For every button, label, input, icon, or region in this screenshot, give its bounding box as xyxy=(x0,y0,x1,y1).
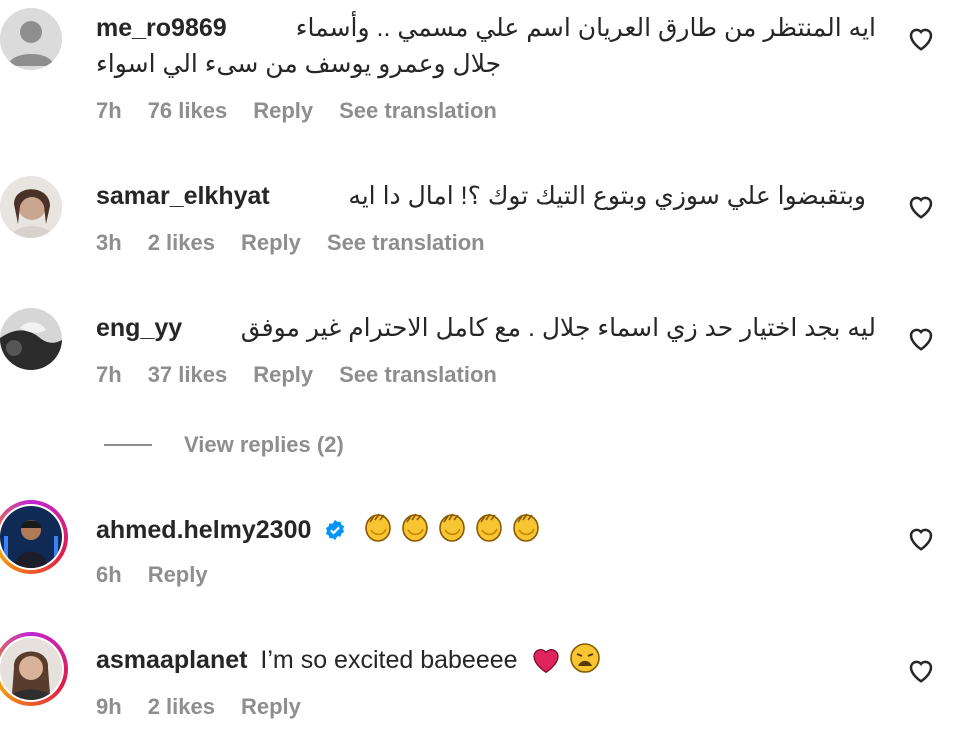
reply-button[interactable]: Reply xyxy=(241,230,301,256)
comment-username[interactable]: eng_yy xyxy=(96,314,182,342)
see-translation-link[interactable]: See translation xyxy=(339,98,497,124)
see-translation-link[interactable]: See translation xyxy=(339,362,497,388)
divider-line xyxy=(104,444,152,446)
comment-username[interactable]: ahmed.helmy2300 xyxy=(96,516,311,544)
comment-meta: 6h Reply xyxy=(96,562,208,588)
comment-username[interactable]: samar_elkhyat xyxy=(96,182,270,210)
comment-username[interactable]: me_ro9869 xyxy=(96,14,227,42)
see-translation-link[interactable]: See translation xyxy=(327,230,485,256)
comment-meta: 9h 2 likes Reply xyxy=(96,694,301,720)
avatar-photo-icon xyxy=(0,638,62,700)
comment-time: 9h xyxy=(96,694,122,719)
reply-button[interactable]: Reply xyxy=(253,362,313,388)
comment-text: I’m so excited babeeee xyxy=(260,646,518,674)
comment-first-line: samar_elkhyat xyxy=(96,180,270,212)
avatar[interactable] xyxy=(0,308,62,370)
heart-outline-icon[interactable] xyxy=(906,656,936,684)
heart-outline-icon[interactable] xyxy=(906,524,936,552)
avatar xyxy=(0,506,62,568)
avatar-photo-icon xyxy=(0,506,62,568)
comment-meta: 7h 76 likes Reply See translation xyxy=(96,98,497,124)
comment-time: 7h xyxy=(96,98,122,123)
heart-outline-icon[interactable] xyxy=(906,192,936,220)
comment-meta: 3h 2 likes Reply See translation xyxy=(96,230,485,256)
view-replies-label: View replies (2) xyxy=(184,432,344,457)
comment-meta: 7h 37 likes Reply See translation xyxy=(96,362,497,388)
avatar[interactable] xyxy=(0,176,62,238)
likes-count[interactable]: 2 likes xyxy=(148,694,215,720)
comment-text: ليه بجد اختيار حد زي اسماء جلال . مع كام… xyxy=(240,314,876,342)
clapping-hands-icon xyxy=(361,510,547,552)
story-ring[interactable] xyxy=(0,500,68,574)
avatar-placeholder-icon xyxy=(0,8,62,70)
avatar xyxy=(0,638,62,700)
likes-count[interactable]: 37 likes xyxy=(148,362,228,388)
comment-text: ايه المنتظر من طارق العريان اسم علي مسمي… xyxy=(295,14,876,42)
likes-count[interactable]: 76 likes xyxy=(148,98,228,124)
comment-time: 6h xyxy=(96,562,122,587)
view-replies-button[interactable]: View replies (2) xyxy=(104,432,344,458)
heart-outline-icon[interactable] xyxy=(906,24,936,52)
weary-face-icon xyxy=(569,642,601,682)
story-ring[interactable] xyxy=(0,632,68,706)
comment-time: 7h xyxy=(96,362,122,387)
comment-first-line: me_ro9869 xyxy=(96,12,227,44)
heart-outline-icon[interactable] xyxy=(906,324,936,352)
reply-button[interactable]: Reply xyxy=(148,562,208,588)
comment-text-continued: جلال وعمرو يوسف من سىء الي اسواء xyxy=(96,50,502,78)
comment-time: 3h xyxy=(96,230,122,255)
red-heart-icon xyxy=(530,644,562,682)
reply-button[interactable]: Reply xyxy=(253,98,313,124)
comment-username[interactable]: asmaaplanet xyxy=(96,646,247,674)
verified-badge-icon xyxy=(326,519,345,541)
reply-button[interactable]: Reply xyxy=(241,694,301,720)
comment-text: وبتقبضوا علي سوزي وبتوع التيك توك ؟! اما… xyxy=(348,182,866,210)
likes-count[interactable]: 2 likes xyxy=(148,230,215,256)
avatar-photo-icon xyxy=(0,176,62,238)
comment-first-line: ahmed.helmy2300 xyxy=(96,510,547,552)
avatar[interactable] xyxy=(0,8,62,70)
comment-first-line: asmaaplanet I’m so excited babeeee xyxy=(96,642,601,682)
avatar-photo-icon xyxy=(0,308,62,370)
comment-first-line: eng_yy xyxy=(96,312,182,344)
